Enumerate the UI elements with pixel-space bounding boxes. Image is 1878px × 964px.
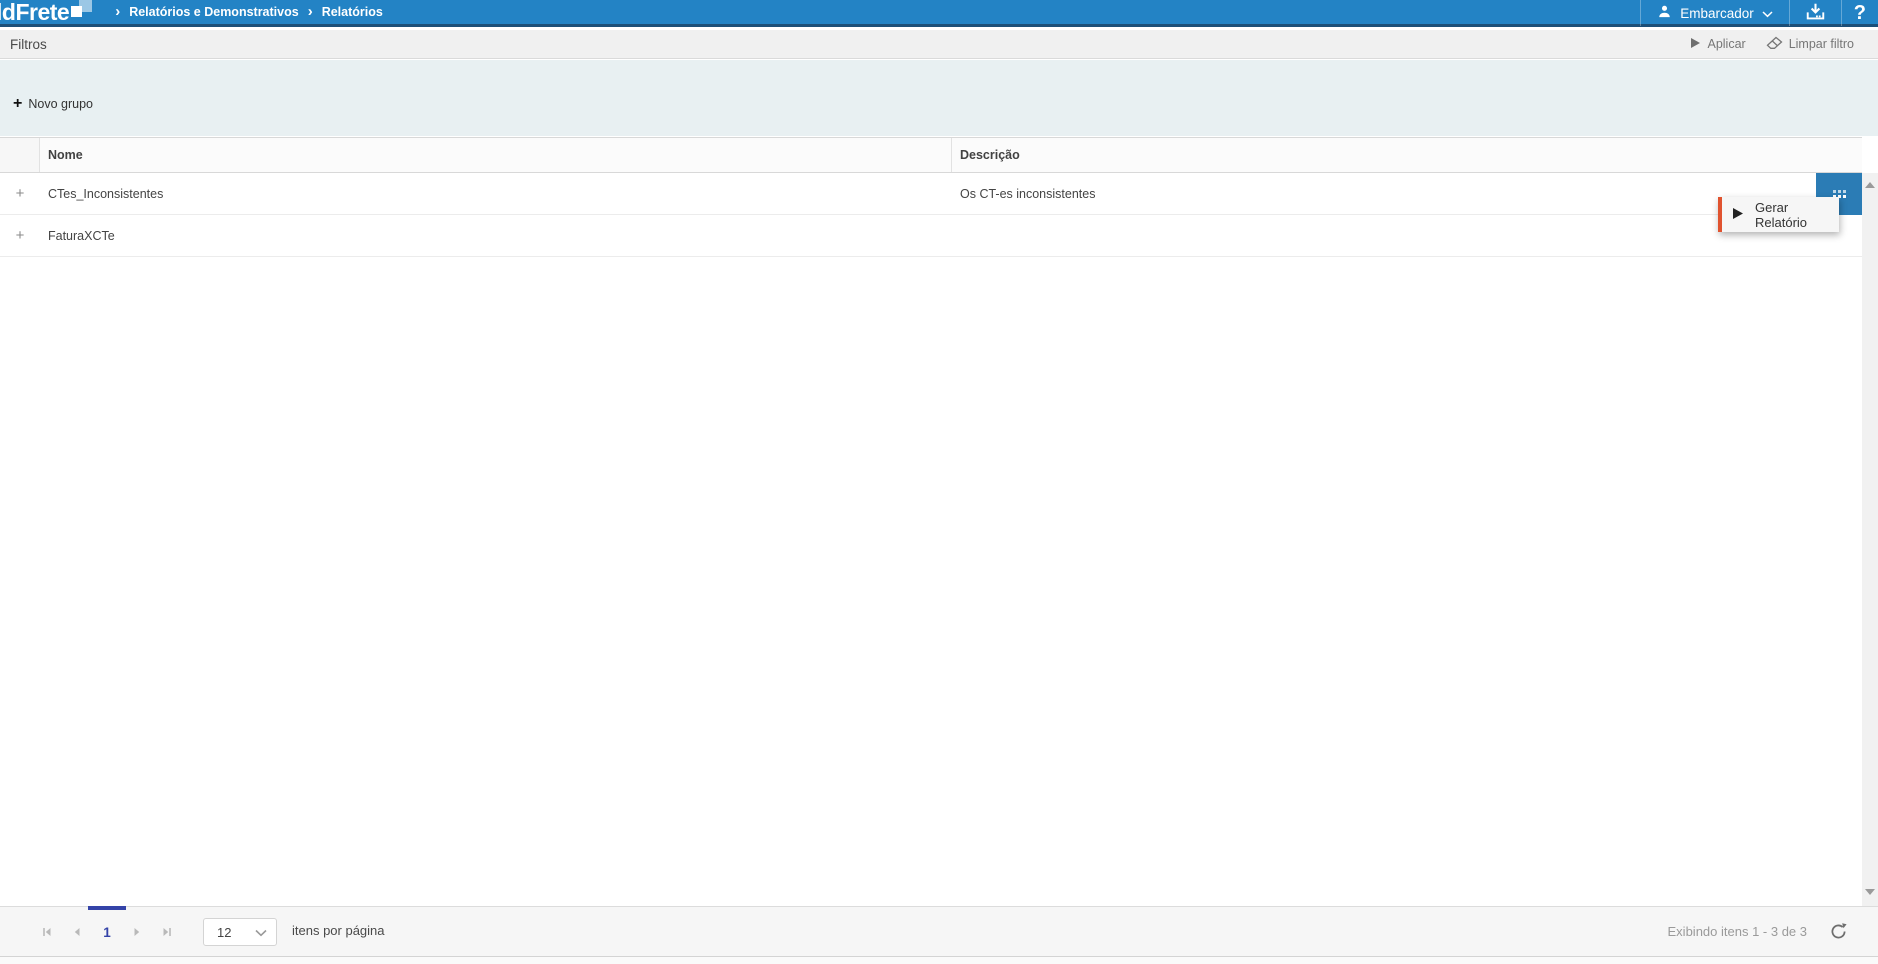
play-icon (1690, 37, 1701, 52)
menu-item-label: Gerar Relatório (1755, 199, 1808, 230)
column-header-descricao[interactable]: Descrição (952, 138, 1862, 172)
refresh-icon (1831, 923, 1847, 939)
column-header-nome[interactable]: Nome (40, 138, 952, 172)
plus-icon: + (15, 185, 25, 202)
filters-title: Filtros (10, 36, 47, 52)
chevron-down-icon (1762, 5, 1773, 23)
pager-nav: 1 (32, 917, 182, 947)
refresh-button[interactable] (1829, 922, 1848, 941)
table-row[interactable]: + FaturaXCTe (0, 215, 1862, 257)
page: ldFrete › Relatórios e Demonstrativos › … (0, 0, 1878, 964)
plus-icon: + (13, 95, 23, 112)
pager-right: Exibindo itens 1 - 3 de 3 (1668, 907, 1848, 956)
help-button[interactable]: ? (1842, 0, 1878, 29)
row-name-cell: FaturaXCTe (48, 228, 115, 243)
expand-column-header (0, 138, 40, 172)
bottom-strip (0, 956, 1878, 964)
groups-panel: + Novo grupo (0, 60, 1878, 136)
current-page-indicator (88, 906, 126, 910)
menu-item-gerar-relatorio[interactable]: Gerar Relatório (1722, 197, 1839, 232)
scroll-down-arrow-icon[interactable] (1865, 889, 1875, 895)
page-size-value: 12 (217, 924, 232, 940)
help-icon: ? (1853, 2, 1866, 24)
download-icon (1805, 2, 1826, 26)
row-context-menu: Gerar Relatório (1718, 197, 1839, 232)
logo-squares-icon (71, 0, 93, 21)
download-button[interactable] (1790, 0, 1841, 29)
breadcrumb: › Relatórios e Demonstrativos › Relatóri… (115, 2, 383, 20)
table-row[interactable]: + CTes_Inconsistentes Os CT-es inconsist… (0, 173, 1862, 215)
clear-filter-label: Limpar filtro (1788, 37, 1854, 51)
chevron-right-icon: › (307, 2, 313, 20)
row-name-cell: CTes_Inconsistentes (48, 186, 164, 201)
next-page-button[interactable] (122, 917, 152, 947)
expand-row-button[interactable]: + (0, 185, 40, 202)
breadcrumb-item-relatorios-e-demonstrativos[interactable]: Relatórios e Demonstrativos (129, 5, 299, 19)
reports-grid: Nome Descrição + CTes_Inconsistentes Os … (0, 137, 1862, 257)
new-group-button[interactable]: + Novo grupo (13, 96, 93, 112)
last-page-button[interactable] (152, 917, 182, 947)
apply-filter-button[interactable]: Aplicar (1690, 37, 1746, 52)
plus-icon: + (15, 227, 25, 244)
logo-text: ldFrete (0, 0, 70, 25)
previous-page-button[interactable] (62, 917, 92, 947)
page-size-dropdown[interactable]: 12 (203, 918, 277, 946)
user-label: Embarcador (1680, 6, 1754, 21)
scroll-up-arrow-icon[interactable] (1865, 182, 1875, 188)
chevron-down-icon (255, 925, 267, 940)
chevron-right-icon: › (115, 2, 121, 20)
page-size-label: itens por página (292, 923, 385, 938)
user-menu[interactable]: Embarcador (1641, 0, 1789, 29)
user-icon (1657, 4, 1672, 24)
header-right-cluster: Embarcador ? (1640, 0, 1878, 29)
filter-actions: Aplicar Limpar filtro (1690, 36, 1868, 53)
play-icon (1732, 207, 1744, 223)
expand-row-button[interactable]: + (0, 227, 40, 244)
pager: 1 12 itens por página Exibindo itens 1 -… (0, 906, 1878, 956)
filters-bar: Filtros Aplicar Limpar filtro (0, 30, 1878, 59)
first-page-button[interactable] (32, 917, 62, 947)
column-header-label: Nome (48, 148, 83, 162)
column-header-label: Descrição (960, 148, 1020, 162)
clear-filter-button[interactable]: Limpar filtro (1766, 36, 1854, 53)
breadcrumb-item-relatorios[interactable]: Relatórios (322, 5, 383, 19)
apply-filter-label: Aplicar (1707, 37, 1746, 51)
page-number-button[interactable]: 1 (92, 917, 122, 947)
grid-header: Nome Descrição (0, 137, 1862, 173)
vertical-scrollbar[interactable] (1862, 173, 1878, 906)
app-header: ldFrete › Relatórios e Demonstrativos › … (0, 0, 1878, 27)
eraser-icon (1766, 36, 1783, 53)
pager-status: Exibindo itens 1 - 3 de 3 (1667, 924, 1807, 939)
new-group-label: Novo grupo (28, 97, 93, 111)
app-logo[interactable]: ldFrete (0, 0, 93, 26)
